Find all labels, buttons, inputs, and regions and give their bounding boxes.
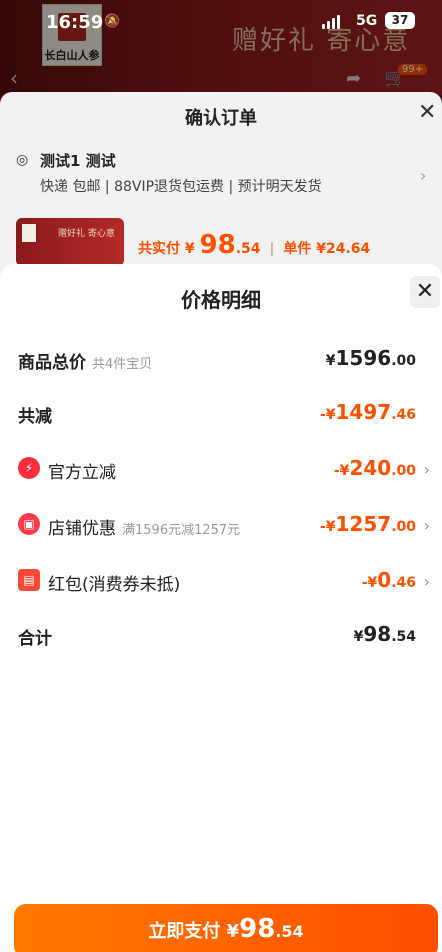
delivery-info: 快递 包邮 | 88VIP退货包运费 | 预计明天发货 [40,179,322,195]
row-amount: ¥98.54 [353,622,416,646]
unit-price: ¥24.64 [316,241,371,257]
thumb-seal-icon [22,224,36,242]
lightning-icon: ⚡ [18,457,40,479]
order-sheet-title: 确认订单 [185,108,257,129]
price-detail-sheet: 价格明细 ✕ 商品总价 共4件宝贝 ¥1596.00 共减 -¥1497.46 ⚡… [0,264,442,952]
battery-icon: 37 [385,12,415,29]
row-red-packet[interactable]: ▤ 红包(消费券未抵) -¥0.46 › [0,566,442,596]
location-pin-icon: ◎ [16,152,29,168]
pay-summary: 共实付 ¥ 98.54 | 单件 ¥24.64 [138,230,371,260]
pay-summary-int: 98 [199,230,236,260]
row-sub: 共4件宝贝 [92,357,153,372]
network-type: 5G [356,13,378,29]
pay-button-currency: ¥ [226,921,240,942]
pay-button-int: 98 [239,914,276,944]
row-label: 红包(消费券未抵) [48,575,181,595]
status-bar: 16:59 🔕 5G 37 [0,0,442,44]
address-chevron-icon[interactable]: › [420,166,426,185]
pay-button-label: 立即支付 [148,921,221,942]
row-sub: 满1596元减1257元 [122,523,241,538]
close-icon[interactable]: ✕ [410,276,440,308]
row-label: 店铺优惠 满1596元减1257元 [48,519,241,539]
signal-icon [322,15,340,29]
price-detail-title: 价格明细 [181,288,261,312]
pay-button-text: 立即支付 ¥98.54 [14,914,438,944]
row-official-discount[interactable]: ⚡ 官方立减 -¥240.00 › [0,454,442,484]
row-shop-discount[interactable]: ▣ 店铺优惠 满1596元减1257元 -¥1257.00 › [0,510,442,540]
row-amount: -¥0.46 [361,568,416,592]
row-amount: -¥1257.00 [319,512,416,536]
pay-now-button[interactable]: 立即支付 ¥98.54 [14,904,438,952]
product-thumbnail[interactable]: 赠好礼 寄心意 [16,218,124,266]
unit-label: 单件 [283,241,312,257]
pay-summary-currency: ¥ [184,241,195,257]
row-goods-total: 商品总价 共4件宝贝 ¥1596.00 [0,344,442,374]
row-label: 官方立减 [48,463,116,483]
row-amount: ¥1596.00 [325,346,416,370]
pay-summary-label: 共实付 [138,241,180,257]
chevron-right-icon[interactable]: › [424,516,430,535]
row-total-discount: 共减 -¥1497.46 [0,398,442,428]
row-amount: -¥240.00 [333,456,416,480]
red-packet-icon: ▤ [18,569,40,591]
shop-icon: ▣ [18,513,40,535]
pay-button-dec: .54 [275,922,304,941]
row-label: 合计 [18,629,52,649]
address-name[interactable]: 测试1 测试 [40,150,116,171]
row-amount: -¥1497.46 [319,400,416,424]
row-label: 商品总价 共4件宝贝 [18,353,153,373]
chevron-right-icon[interactable]: › [424,460,430,479]
status-time: 16:59 [46,12,104,33]
row-label: 共减 [18,407,52,427]
row-grand-total: 合计 ¥98.54 [0,620,442,650]
mute-bell-icon: 🔕 [104,14,121,29]
chevron-right-icon[interactable]: › [424,572,430,591]
order-close-icon[interactable]: ✕ [418,100,436,125]
pay-summary-dec: .54 [235,241,261,257]
thumb-text: 赠好礼 寄心意 [58,229,115,239]
